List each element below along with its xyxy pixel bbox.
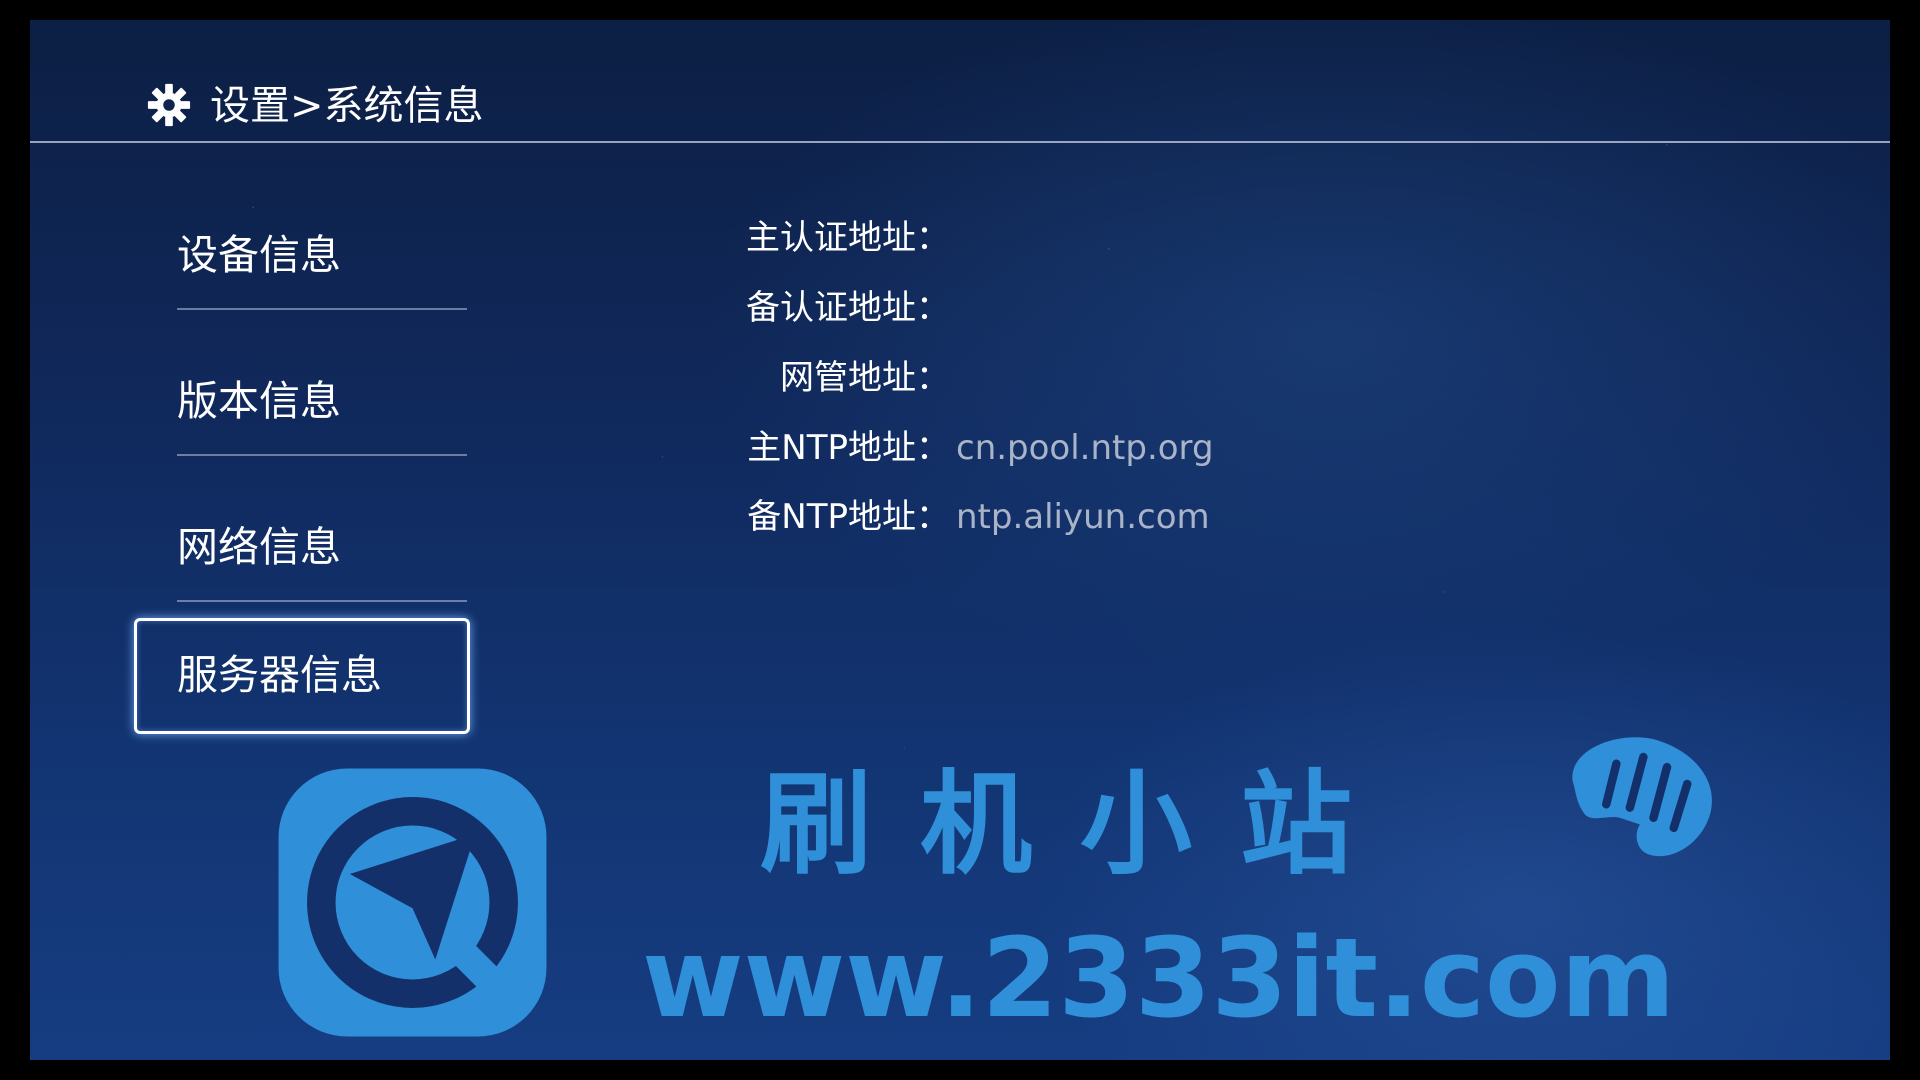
sidebar-divider — [177, 308, 467, 310]
watermark-text: 刷机小站 — [760, 760, 1400, 890]
info-value: ntp.aliyun.com — [956, 497, 1210, 537]
sidebar-item-server-info[interactable]: 服务器信息 — [177, 620, 467, 730]
sidebar-item-label: 服务器信息 — [177, 651, 382, 699]
info-row-primary-ntp: 主NTP地址： cn.pool.ntp.org — [650, 423, 1214, 473]
info-label: 备认证地址： — [746, 288, 950, 328]
info-label: 备NTP地址： — [747, 497, 950, 537]
info-row-primary-auth: 主认证地址： — [650, 213, 956, 263]
sidebar-divider — [177, 600, 467, 602]
info-label: 主认证地址： — [746, 218, 950, 258]
info-label: 网管地址： — [780, 358, 950, 398]
sidebar-item-label: 设备信息 — [177, 231, 341, 279]
info-label: 主NTP地址： — [747, 428, 950, 468]
sidebar-divider — [177, 454, 467, 456]
hand-icon — [1572, 737, 1712, 857]
info-row-management: 网管地址： — [650, 353, 956, 403]
tv-screen: 设置>系统信息 设备信息 版本信息 网络信息 服务器信息 主认证地址： 备认证地… — [30, 20, 1890, 1060]
page-title: 设置>系统信息 — [210, 83, 484, 129]
info-value: cn.pool.ntp.org — [956, 428, 1214, 468]
info-row-backup-auth: 备认证地址： — [650, 283, 956, 333]
info-row-backup-ntp: 备NTP地址： ntp.aliyun.com — [650, 492, 1210, 542]
watermark-url: www.2333it.com — [642, 914, 1676, 1042]
sidebar-item-version-info[interactable]: 版本信息 — [177, 346, 467, 456]
watermark-logo-icon — [278, 768, 547, 1037]
header-divider — [30, 141, 1890, 143]
sidebar-item-device-info[interactable]: 设备信息 — [177, 200, 467, 310]
gear-icon — [147, 83, 191, 127]
sidebar-item-network-info[interactable]: 网络信息 — [177, 492, 467, 602]
page-header: 设置>系统信息 — [30, 20, 1890, 143]
sidebar-item-label: 版本信息 — [177, 377, 341, 425]
sidebar-item-label: 网络信息 — [177, 523, 341, 571]
